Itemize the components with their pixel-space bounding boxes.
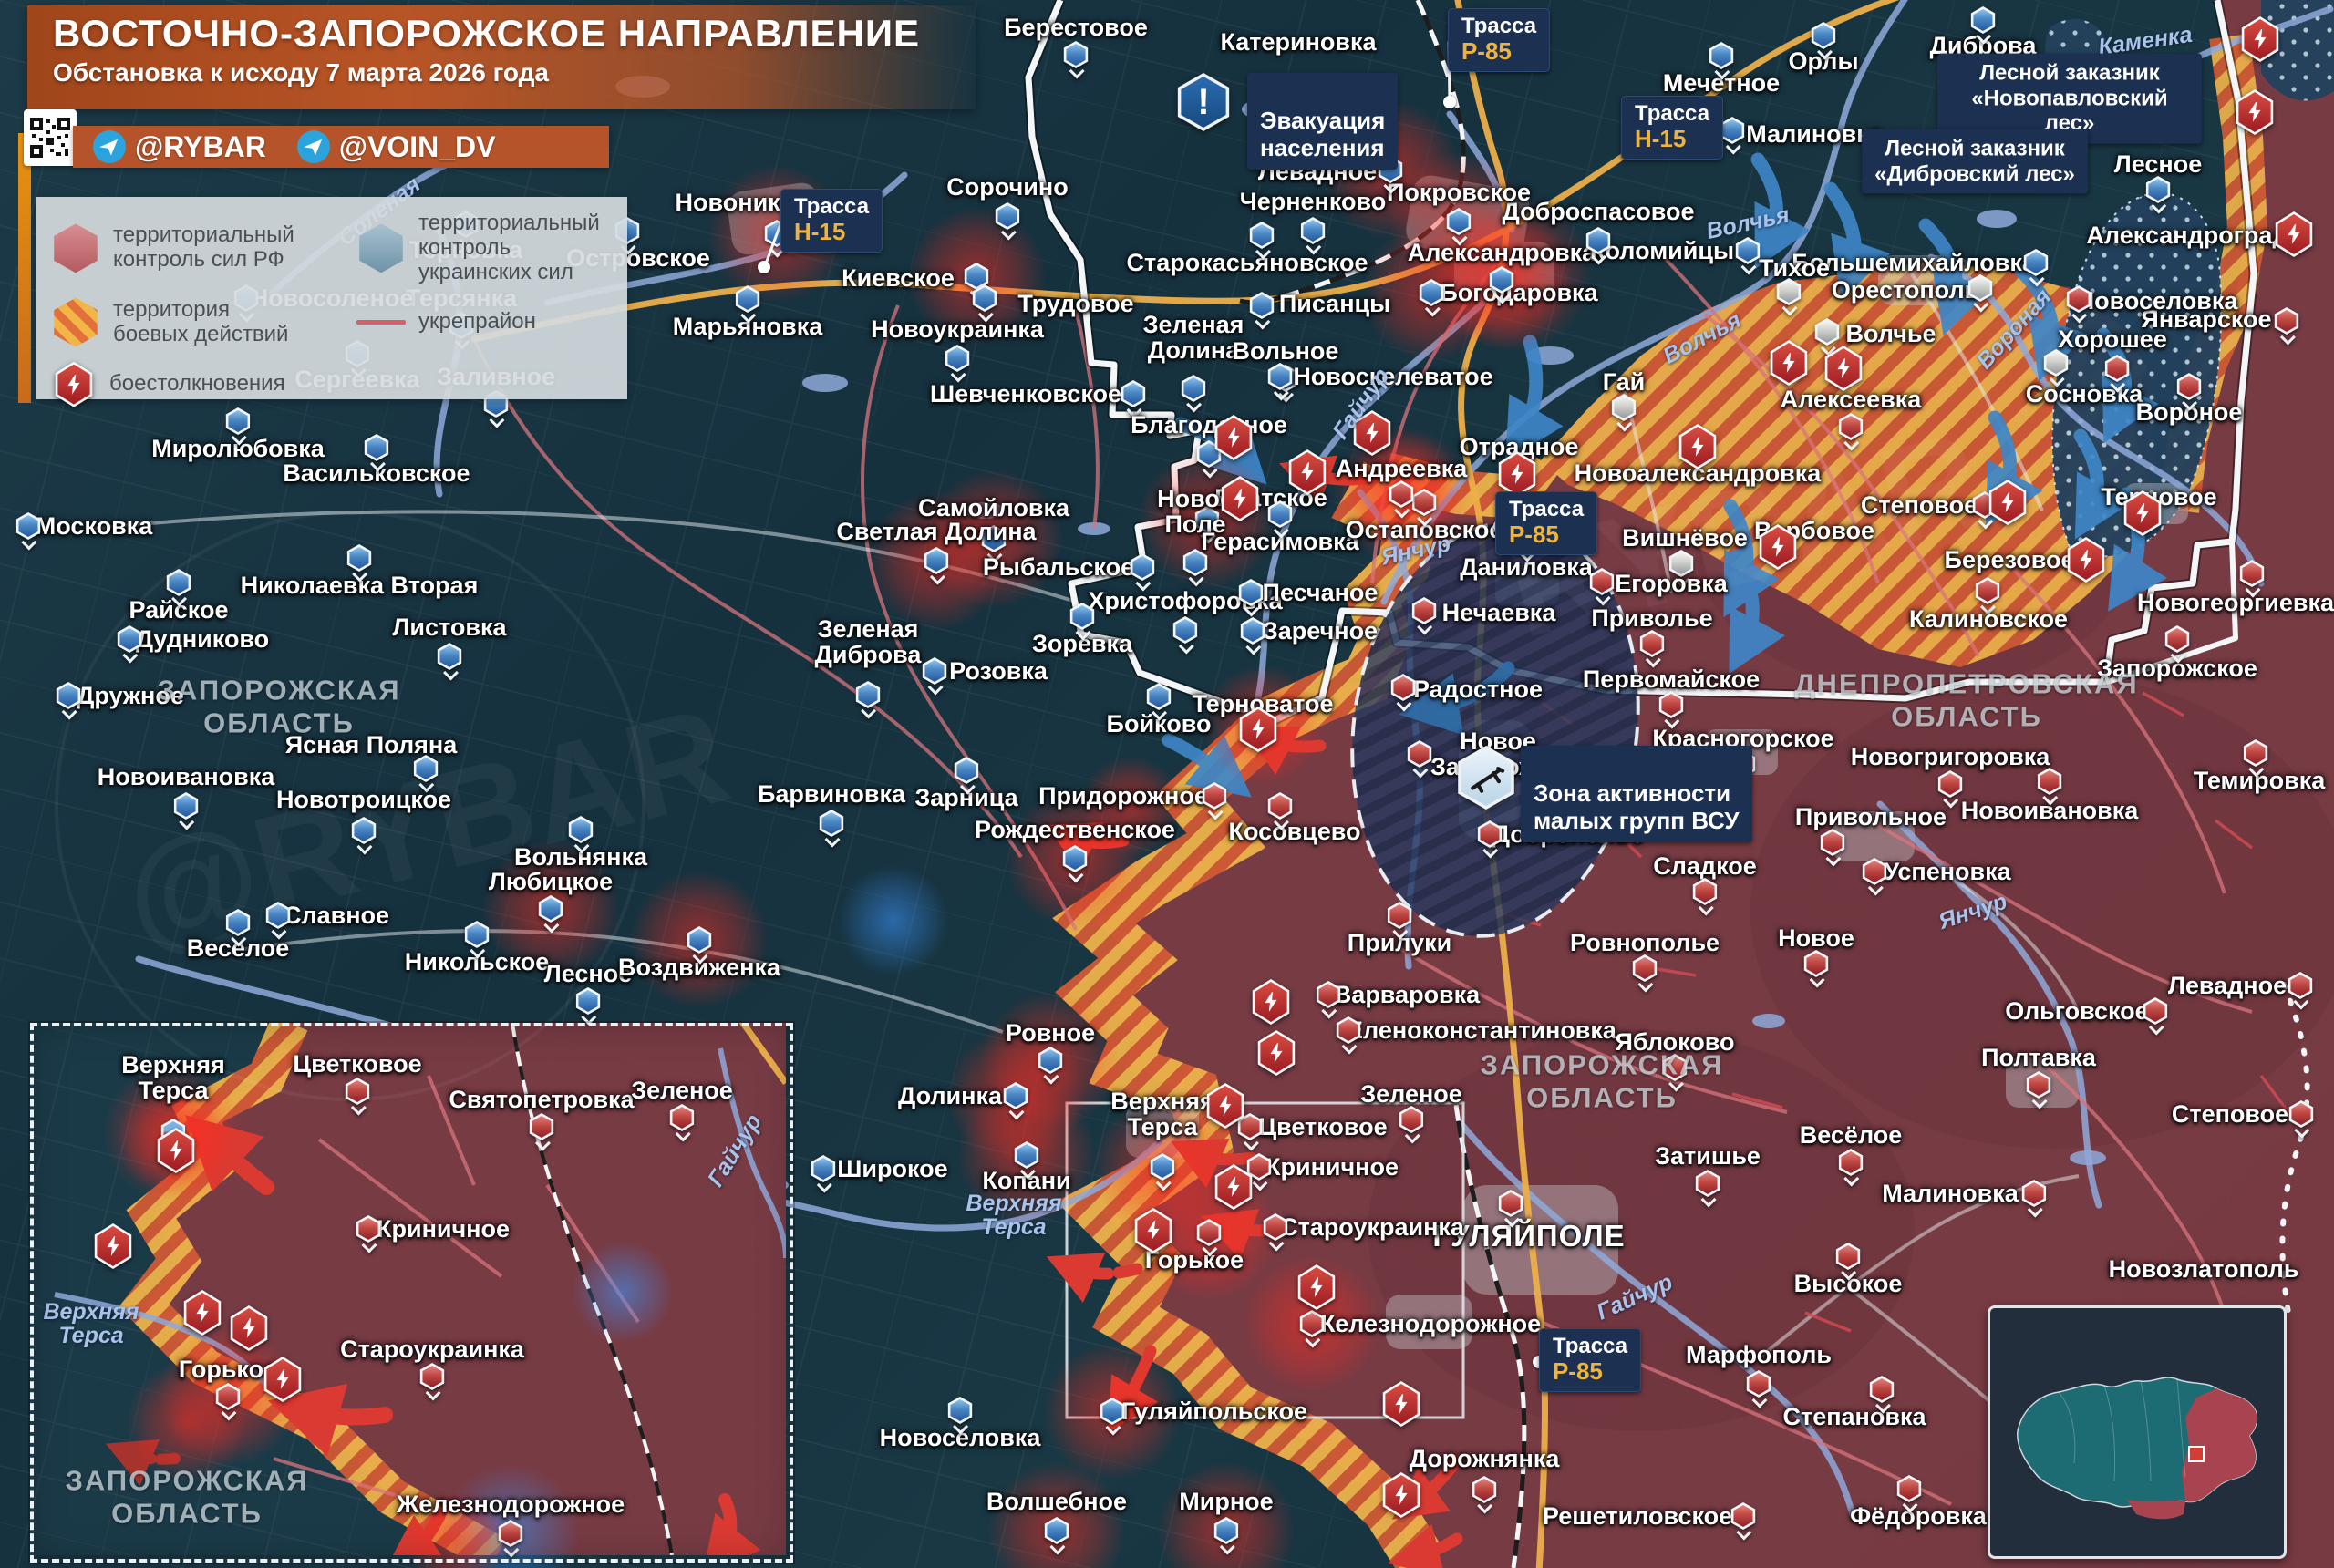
legend: территориальный контроль сил РФ территор… [36,197,627,399]
legend-item-clashes: боестолкновения [51,360,356,409]
legend-label: территория боевых действий [113,298,288,347]
fortline-icon [356,320,406,325]
telegram-handle: @VOIN_DV [339,130,496,164]
battle-hexagon-icon [51,298,100,347]
clash-icon [51,360,97,409]
ua-zone-text: Зона активности малых групп ВСУ [1534,779,1740,834]
rf-hexagon-icon [51,223,100,273]
legend-label: территориальный контроль украинских сил [418,211,618,285]
situation-map: @RYBAR RYBAR БерестовоеКатериновкаСорочи… [0,0,2334,1568]
page-subtitle: Обстановка к исходу 7 марта 2026 года [53,60,976,86]
inset-map [30,1023,793,1563]
telegram-channel-voin-dv[interactable]: @VOIN_DV [297,130,496,164]
ua-hexagon-icon [356,223,406,273]
warning-icon: ! [1174,73,1233,131]
telegram-handle: @RYBAR [135,130,266,164]
occupied-south [2127,1500,2185,1519]
telegram-icon [93,130,126,163]
page-title: ВОСТОЧНО-ЗАПОРОЖСКОЕ НАПРАВЛЕНИЕ [53,15,976,53]
evacuation-text: Эвакуация населения [1260,107,1385,161]
legend-item-battle-zone: территория боевых действий [51,298,356,347]
accent-bar [18,133,31,403]
legend-label: территориальный контроль сил РФ [113,223,294,273]
qr-pattern [28,116,72,160]
ukraine-minimap [1988,1305,2287,1559]
legend-label: боестолкновения [109,372,285,397]
legend-item-ua-control: территориальный контроль украинских сил [356,211,618,285]
watermark-circle [55,511,645,1101]
qr-code [24,109,77,166]
telegram-bar: @RYBAR @VOIN_DV [73,126,609,168]
evacuation-label: Эвакуация населения [1247,73,1398,170]
legend-label: укрепрайон [418,310,536,335]
legend-item-fortified-line: укрепрайон [356,298,618,347]
telegram-channel-rybar[interactable]: @RYBAR [93,130,266,164]
occupied-area [2182,1388,2257,1502]
rifle-icon [1454,746,1518,810]
telegram-icon [297,130,330,163]
ua-zone-label: Зона активности малых групп ВСУ [1521,746,1752,842]
legend-item-rf-control: территориальный контроль сил РФ [51,211,356,285]
title-banner: ВОСТОЧНО-ЗАПОРОЖСКОЕ НАПРАВЛЕНИЕ Обстано… [27,5,976,109]
location-marker [2189,1447,2204,1461]
